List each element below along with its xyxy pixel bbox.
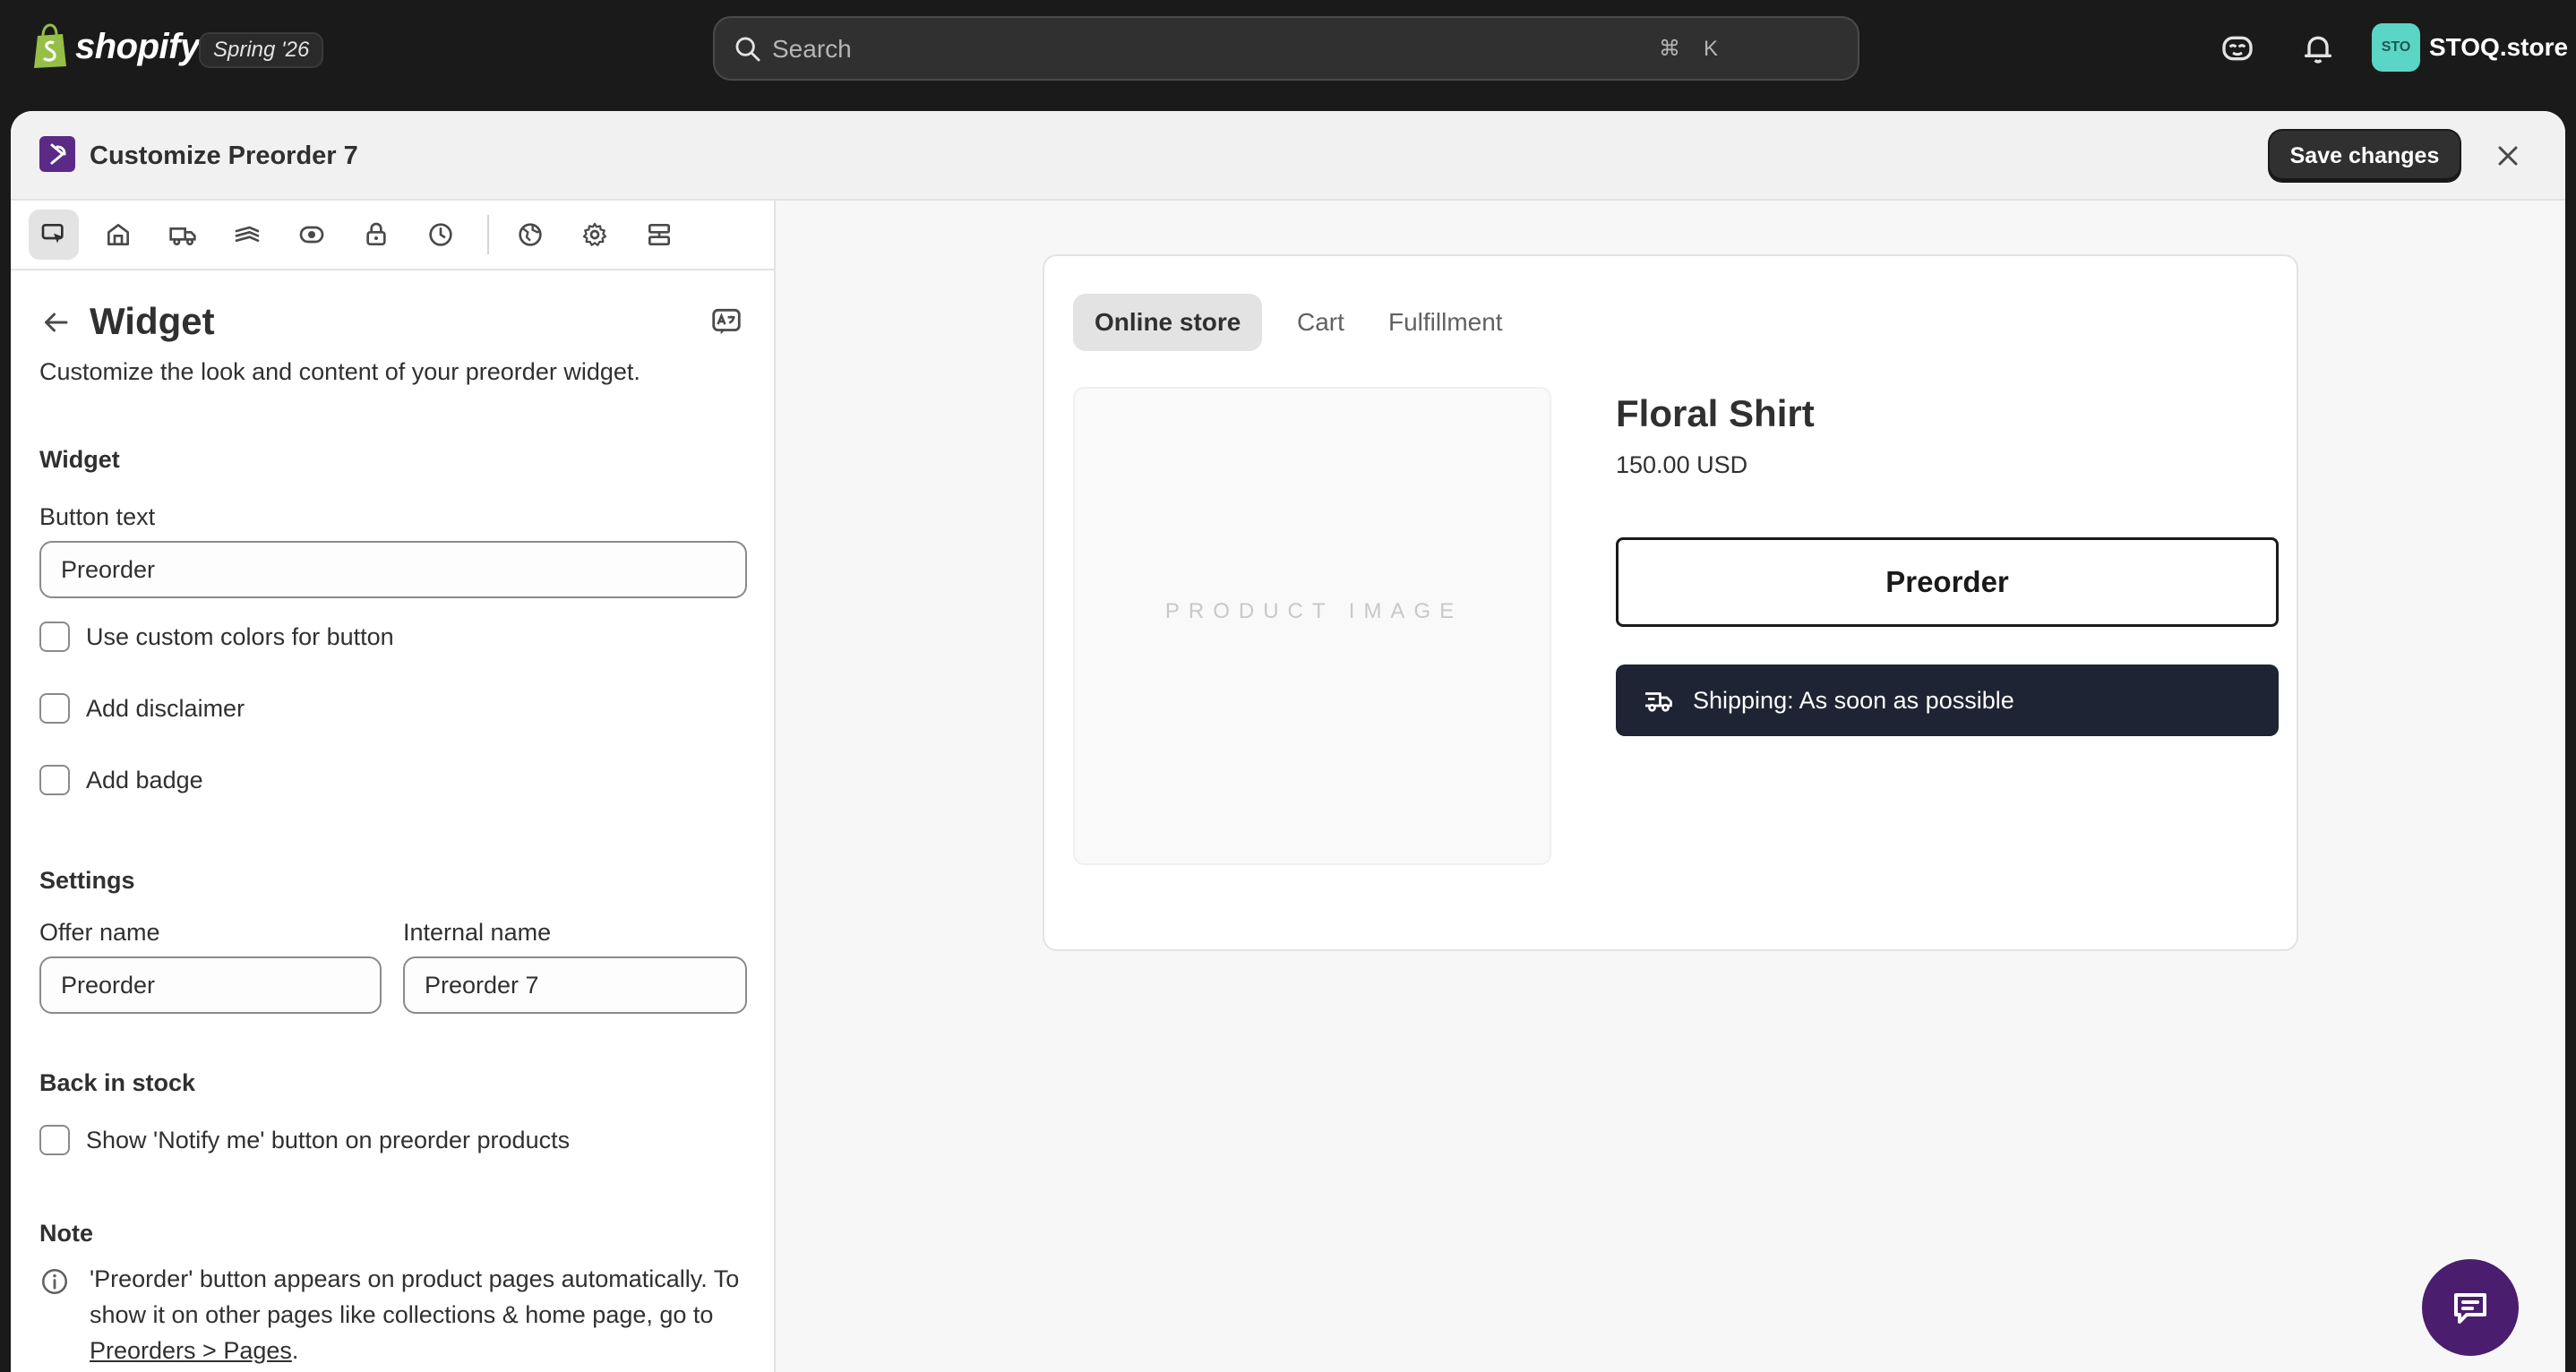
custom-colors-row[interactable]: Use custom colors for button	[39, 622, 394, 652]
product-image-text: PRODUCT IMAGE	[1164, 599, 1464, 623]
app-icon	[39, 136, 75, 172]
customize-modal: Customize Preorder 7 Save changes Widget…	[11, 111, 2565, 1372]
lock-icon[interactable]	[351, 210, 401, 260]
settings-section-heading: Settings	[39, 867, 135, 894]
save-changes-button[interactable]: Save changes	[2270, 131, 2460, 181]
offer-name-input[interactable]: Preorder	[39, 956, 382, 1014]
product-price: 150.00 USD	[1616, 451, 1748, 478]
shipping-icon[interactable]	[158, 210, 208, 260]
tab-fulfillment[interactable]: Fulfillment	[1367, 294, 1524, 351]
disclaimer-row[interactable]: Add disclaimer	[39, 693, 245, 724]
store-icon[interactable]	[93, 210, 143, 260]
widget-icon[interactable]	[29, 210, 79, 260]
settings-panel: Widget Customize the look and content of…	[11, 201, 776, 1372]
truck-icon	[1645, 692, 1672, 712]
notify-me-row[interactable]: Show 'Notify me' button on preorder prod…	[39, 1125, 570, 1155]
internal-name-input[interactable]: Preorder 7	[403, 956, 747, 1014]
modal-header: Customize Preorder 7 Save changes	[11, 111, 2565, 201]
disclaimer-checkbox[interactable]	[39, 693, 70, 724]
button-text-input[interactable]: Preorder	[39, 541, 747, 598]
product-image-placeholder: PRODUCT IMAGE	[1073, 387, 1551, 865]
notify-me-label: Show 'Notify me' button on preorder prod…	[86, 1127, 571, 1153]
season-badge: Spring '26	[199, 32, 324, 68]
shipping-text: Shipping: As soon as possible	[1693, 687, 2014, 714]
preorder-button[interactable]: Preorder	[1616, 537, 2279, 627]
offer-name-label: Offer name	[39, 919, 160, 946]
badge-row[interactable]: Add badge	[39, 765, 203, 795]
brand-name: shopify	[75, 26, 200, 66]
translate-icon[interactable]	[709, 304, 743, 339]
custom-colors-label: Use custom colors for button	[86, 623, 394, 650]
shortcut-key: K	[1703, 37, 1718, 61]
search-bar[interactable]: Search ⌘ K	[713, 16, 1859, 81]
layout-icon[interactable]	[634, 210, 684, 260]
tab-cart[interactable]: Cart	[1275, 294, 1366, 351]
widget-section-heading: Widget	[39, 446, 120, 473]
preorders-pages-link[interactable]: Preorders > Pages	[90, 1337, 292, 1364]
modal-title: Customize Preorder 7	[90, 141, 358, 170]
note-text: 'Preorder' button appears on product pag…	[90, 1261, 752, 1368]
payment-icon[interactable]	[222, 210, 272, 260]
badge-checkbox[interactable]	[39, 765, 70, 795]
search-icon	[735, 37, 760, 62]
panel-description: Customize the look and content of your p…	[39, 358, 640, 385]
search-placeholder: Search	[772, 35, 852, 63]
settings-toolbar	[11, 201, 776, 270]
sidekick-icon[interactable]	[2220, 30, 2255, 66]
visibility-icon[interactable]	[287, 210, 337, 260]
disclaimer-label: Add disclaimer	[86, 695, 245, 722]
globe-icon[interactable]	[505, 210, 555, 260]
toolbar-divider	[487, 215, 489, 254]
back-arrow-icon[interactable]	[39, 306, 72, 339]
shipping-info-bar: Shipping: As soon as possible	[1616, 665, 2279, 736]
close-icon[interactable]	[2492, 140, 2524, 172]
back-in-stock-heading: Back in stock	[39, 1069, 196, 1096]
preview-card: Online store Cart Fulfillment PRODUCT IM…	[1043, 254, 2298, 951]
button-text-label: Button text	[39, 503, 156, 530]
note-body: 'Preorder' button appears on product pag…	[90, 1265, 740, 1328]
panel-title: Widget	[90, 300, 215, 342]
shopify-bag-icon	[34, 23, 66, 68]
shortcut-cmd: ⌘	[1659, 37, 1680, 61]
internal-name-label: Internal name	[403, 919, 552, 946]
shopify-logo[interactable]: shopify	[30, 23, 200, 70]
chat-button[interactable]	[2422, 1259, 2519, 1356]
top-bar: shopify Spring '26 Search ⌘ K STO STOQ.s…	[0, 0, 2576, 99]
clock-icon[interactable]	[416, 210, 466, 260]
chat-icon	[2454, 1293, 2486, 1324]
tab-online-store[interactable]: Online store	[1073, 294, 1263, 351]
notify-me-checkbox[interactable]	[39, 1125, 70, 1155]
bell-icon[interactable]	[2300, 30, 2336, 66]
gear-icon[interactable]	[570, 210, 620, 260]
product-title: Floral Shirt	[1616, 392, 1815, 434]
info-icon	[41, 1268, 68, 1295]
store-avatar[interactable]: STO	[2372, 23, 2420, 72]
note-end: .	[291, 1337, 299, 1364]
badge-label: Add badge	[86, 767, 203, 793]
note-heading: Note	[39, 1220, 93, 1247]
custom-colors-checkbox[interactable]	[39, 622, 70, 652]
store-name[interactable]: STOQ.store	[2429, 32, 2568, 63]
